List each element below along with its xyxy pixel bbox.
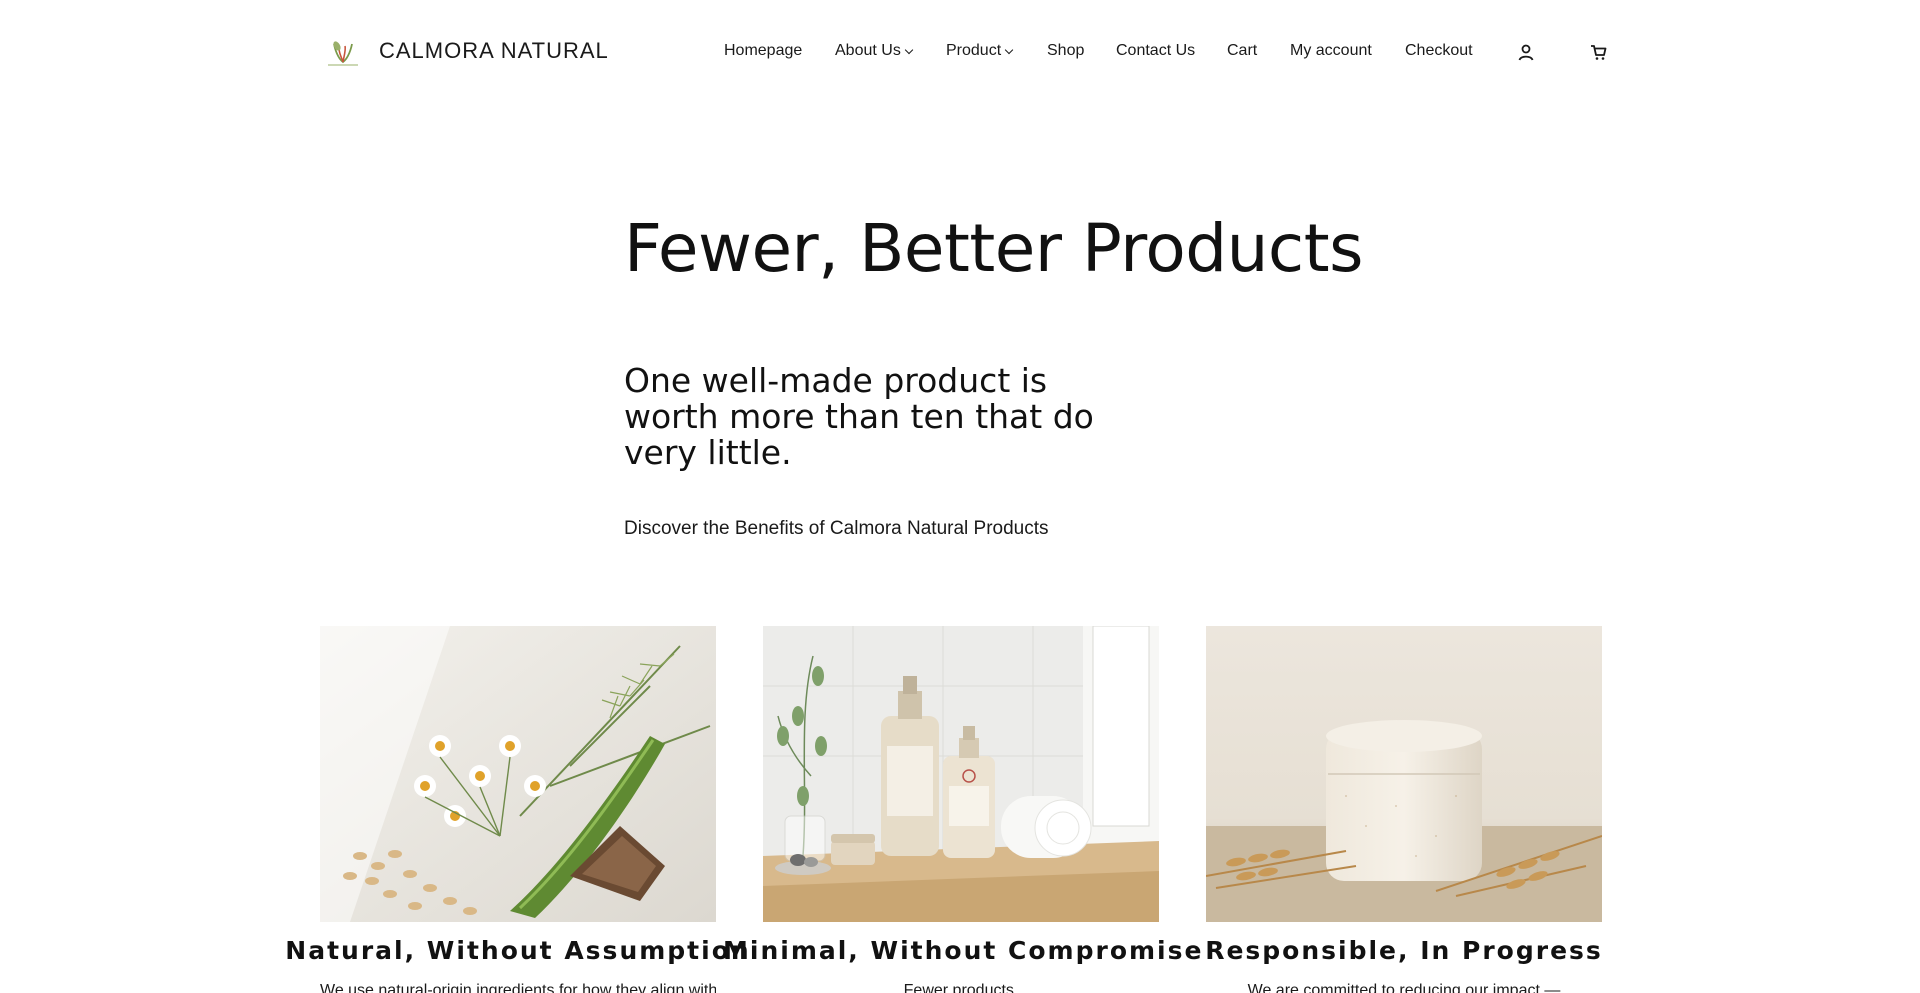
site-header: CALMORA NATURAL Homepage About Us Produc… — [0, 0, 1920, 106]
chevron-down-icon — [1004, 45, 1014, 54]
feature-card-responsible: Responsible, In Progress We are committe… — [1205, 626, 1602, 993]
user-icon[interactable] — [1514, 40, 1538, 64]
nav-item-about-us[interactable]: About Us — [835, 42, 914, 60]
page-title: Fewer, Better Products — [624, 210, 1363, 287]
brand-name[interactable]: CALMORA NATURAL — [379, 38, 609, 64]
jar-image — [1206, 626, 1602, 922]
nav-item-contact-us[interactable]: Contact Us — [1116, 42, 1195, 60]
nav-item-cart[interactable]: Cart — [1227, 42, 1257, 60]
bottles-image — [763, 626, 1159, 922]
cart-icon[interactable] — [1587, 40, 1611, 64]
discover-benefits-link[interactable]: Discover the Benefits of Calmora Natural… — [624, 518, 1049, 540]
feature-card-minimal: Minimal, Without Compromise Fewer produc… — [723, 626, 1201, 993]
chevron-down-icon — [904, 45, 914, 54]
hero-subtitle: One well-made product is worth more than… — [624, 361, 1094, 472]
card-text: Fewer products. — [903, 982, 1019, 993]
nav-item-homepage[interactable]: Homepage — [724, 42, 802, 60]
card-title: Minimal, Without Compromise — [723, 936, 1204, 965]
card-text: We are committed to reducing our impact … — [1247, 982, 1561, 993]
botanicals-image — [320, 626, 716, 922]
nav-item-shop[interactable]: Shop — [1047, 42, 1084, 60]
nav-item-my-account[interactable]: My account — [1290, 42, 1372, 60]
card-text: We use natural-origin ingredients for ho… — [320, 982, 716, 993]
nav-item-product[interactable]: Product — [946, 42, 1014, 60]
feature-card-natural: Natural, Without Assumption We use natur… — [285, 626, 749, 993]
nav-item-checkout[interactable]: Checkout — [1405, 42, 1473, 60]
leaf-logo-icon[interactable] — [326, 38, 360, 68]
card-title: Responsible, In Progress — [1205, 936, 1603, 965]
card-title: Natural, Without Assumption — [285, 936, 751, 965]
